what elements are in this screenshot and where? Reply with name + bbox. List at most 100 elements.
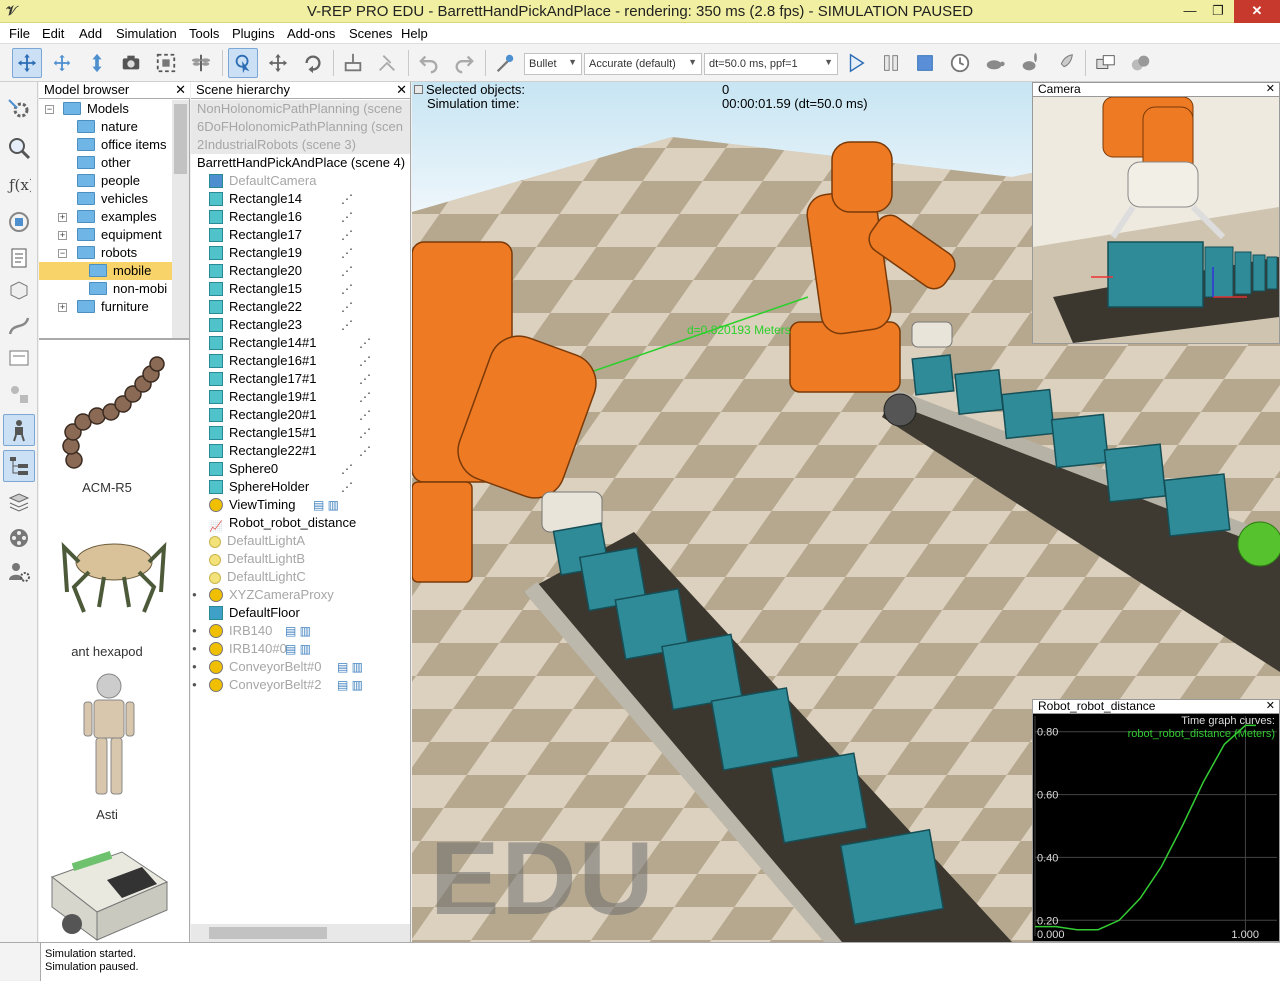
hierarchy-item[interactable]: Rectangle22 ⋰: [191, 298, 353, 316]
tree-expand-dot-icon[interactable]: ●: [192, 658, 197, 676]
thread-rendering-button[interactable]: [1050, 48, 1080, 78]
tree-folder-nature[interactable]: nature: [77, 118, 138, 136]
collections-button[interactable]: [3, 206, 35, 238]
menu-plugins[interactable]: Plugins: [232, 26, 275, 41]
graph-floating-view[interactable]: Robot_robot_distance ✕ 0.20 0.40 0.60 0.80 0…: [1032, 699, 1280, 942]
hierarchy-item[interactable]: Rectangle15#1 ⋰: [191, 424, 371, 442]
maximize-button[interactable]: ❐: [1204, 0, 1232, 23]
hierarchy-item[interactable]: DefaultFloor: [191, 604, 300, 622]
model-browser-toggle[interactable]: [3, 378, 35, 410]
close-icon[interactable]: ✕: [175, 82, 186, 98]
layers-button[interactable]: [3, 486, 35, 518]
menu-file[interactable]: File: [9, 26, 30, 41]
scene-tab-3[interactable]: 2IndustrialRobots (scene 3): [191, 136, 410, 154]
object-properties-button[interactable]: [3, 92, 35, 124]
accuracy-select[interactable]: Accurate (default) ▼: [584, 53, 702, 75]
scene-hierarchy-button[interactable]: [3, 450, 35, 482]
hierarchy-hscrollbar[interactable]: [191, 924, 410, 942]
tree-folder-examples[interactable]: examples: [77, 208, 157, 226]
tree-folder-office-items[interactable]: office items: [77, 136, 167, 154]
fit-to-view-button[interactable]: [151, 48, 181, 78]
hierarchy-item[interactable]: Rectangle22#1 ⋰: [191, 442, 371, 460]
pause-simulation-button[interactable]: [876, 48, 906, 78]
collapse-toggle[interactable]: −: [58, 249, 67, 258]
hierarchy-item[interactable]: Rectangle14#1 ⋰: [191, 334, 371, 352]
shape-edit-button[interactable]: [3, 274, 35, 306]
script-attached-icon[interactable]: ▤ ▥: [337, 658, 363, 676]
camera-floating-view[interactable]: Camera ✕: [1032, 82, 1280, 344]
hierarchy-item[interactable]: Rectangle23 ⋰: [191, 316, 353, 334]
expand-toggle[interactable]: +: [58, 303, 67, 312]
menu-tools[interactable]: Tools: [189, 26, 219, 41]
scrollbar-thumb[interactable]: [209, 927, 327, 939]
scripts-button[interactable]: [3, 242, 35, 274]
tree-folder-other[interactable]: other: [77, 154, 131, 172]
hierarchy-item[interactable]: Rectangle16 ⋰: [191, 208, 353, 226]
ant-hexapod-thumbnail[interactable]: [59, 517, 169, 617]
hierarchy-item[interactable]: Rectangle17 ⋰: [191, 226, 353, 244]
transfer-dna-button[interactable]: [372, 48, 402, 78]
script-attached-icon[interactable]: ▤ ▥: [337, 676, 363, 694]
tree-folder-non-mobile[interactable]: non-mobi: [89, 280, 167, 298]
object-shift-button[interactable]: [263, 48, 293, 78]
minimize-button[interactable]: —: [1176, 0, 1204, 23]
slower-button[interactable]: [980, 48, 1010, 78]
redo-button[interactable]: [449, 48, 479, 78]
calc-module-button[interactable]: [3, 132, 35, 164]
function-button[interactable]: ƒ(x): [3, 168, 35, 200]
tree-folder-people[interactable]: people: [77, 172, 140, 190]
tree-folder-mobile[interactable]: mobile: [39, 262, 172, 280]
hierarchy-item[interactable]: 📈 Robot_robot_distance: [191, 514, 356, 533]
collapse-toggle[interactable]: −: [45, 105, 54, 114]
hierarchy-item[interactable]: Rectangle20#1 ⋰: [191, 406, 371, 424]
script-attached-icon[interactable]: ▤ ▥: [285, 640, 311, 658]
video-recorder-button[interactable]: [3, 522, 35, 554]
camera-pan-button[interactable]: [12, 48, 42, 78]
tree-expand-dot-icon[interactable]: ●: [192, 676, 197, 694]
hierarchy-item[interactable]: ● XYZCameraProxy: [191, 586, 334, 604]
physics-engine-select[interactable]: Bullet ▼: [524, 53, 582, 75]
tree-folder-furniture[interactable]: furniture: [77, 298, 149, 316]
tree-folder-equipment[interactable]: equipment: [77, 226, 162, 244]
stop-simulation-button[interactable]: [910, 48, 940, 78]
click-select-button[interactable]: [228, 48, 258, 78]
close-icon[interactable]: ✕: [1266, 83, 1275, 96]
hierarchy-item[interactable]: ViewTiming ▤ ▥: [191, 496, 339, 514]
hierarchy-item[interactable]: ● IRB140 ▤ ▥: [191, 622, 311, 640]
asti-thumbnail[interactable]: [74, 672, 144, 802]
tree-folder-models[interactable]: Models: [63, 100, 129, 118]
menu-addons[interactable]: Add-ons: [287, 26, 335, 41]
hierarchy-item[interactable]: DefaultLightC: [191, 568, 306, 586]
hierarchy-item[interactable]: DefaultLightA: [191, 532, 305, 550]
tree-folder-vehicles[interactable]: vehicles: [77, 190, 148, 208]
menu-simulation[interactable]: Simulation: [116, 26, 177, 41]
tree-expand-dot-icon[interactable]: ●: [192, 640, 197, 658]
menu-edit[interactable]: Edit: [42, 26, 64, 41]
realtime-button[interactable]: [945, 48, 975, 78]
close-window-button[interactable]: ✕: [1234, 0, 1280, 23]
hierarchy-item[interactable]: DefaultCamera: [191, 172, 316, 190]
scene-selector-button[interactable]: [1126, 48, 1156, 78]
tree-scrollbar[interactable]: [172, 100, 189, 338]
hierarchy-item[interactable]: Rectangle19#1 ⋰: [191, 388, 371, 406]
script-attached-icon[interactable]: ▤ ▥: [313, 496, 339, 514]
hierarchy-item[interactable]: SphereHolder ⋰: [191, 478, 353, 496]
page-selector-button[interactable]: [1091, 48, 1121, 78]
menu-help[interactable]: Help: [401, 26, 428, 41]
hierarchy-item[interactable]: ● ConveyorBelt#0 ▤ ▥: [191, 658, 363, 676]
fly-mode-button[interactable]: [186, 48, 216, 78]
scene-tab-1[interactable]: NonHolonomicPathPlanning (scene: [191, 100, 410, 118]
hierarchy-item[interactable]: Rectangle14 ⋰: [191, 190, 353, 208]
hierarchy-item[interactable]: Rectangle19 ⋰: [191, 244, 353, 262]
scrollbar-thumb[interactable]: [174, 104, 187, 174]
camera-angle-button[interactable]: [116, 48, 146, 78]
selection-button[interactable]: [3, 342, 35, 374]
status-log[interactable]: Simulation started. Simulation paused.: [40, 943, 1280, 981]
object-rotate-button[interactable]: [298, 48, 328, 78]
hierarchy-item[interactable]: Rectangle20 ⋰: [191, 262, 353, 280]
menu-add[interactable]: Add: [79, 26, 102, 41]
camera-rotate-button[interactable]: [47, 48, 77, 78]
assemble-button[interactable]: [338, 48, 368, 78]
camera-shift-button[interactable]: [82, 48, 112, 78]
faster-button[interactable]: [1015, 48, 1045, 78]
